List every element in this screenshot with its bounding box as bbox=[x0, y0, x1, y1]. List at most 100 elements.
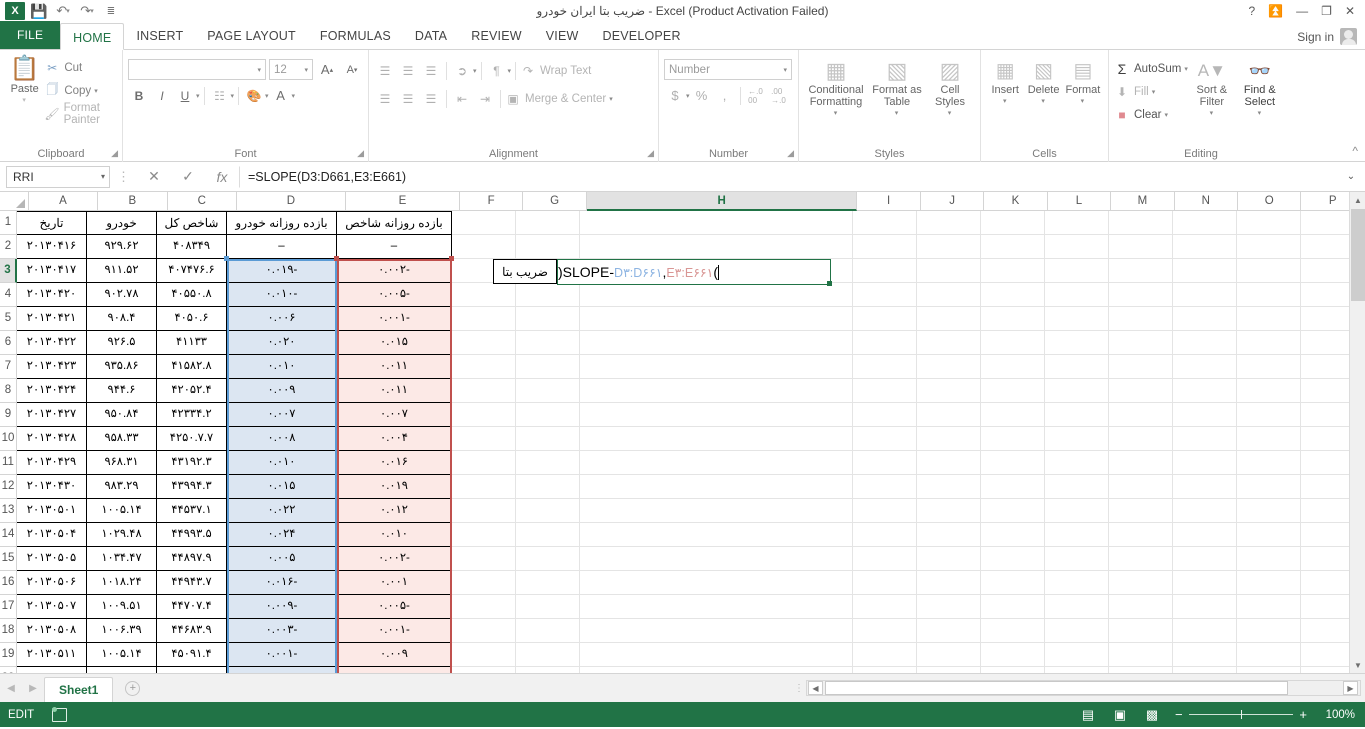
cell-H12[interactable] bbox=[580, 475, 853, 499]
cell-L9[interactable] bbox=[1045, 403, 1109, 427]
column-header-c[interactable]: C bbox=[167, 192, 237, 211]
table-row[interactable]: ۲۰۱۳۰۴۲۷ ۹۵۰.۸۴ ۴۲۳۳۴.۲ ۰.۰۰۷ ۰.۰۰۷ bbox=[17, 403, 1365, 427]
cell-E12[interactable]: ۰.۰۱۹ bbox=[337, 475, 452, 499]
cell-K4[interactable] bbox=[981, 283, 1045, 307]
row-header-14[interactable]: 14 bbox=[0, 523, 17, 547]
cell-C9[interactable]: ۴۲۳۳۴.۲ bbox=[157, 403, 227, 427]
percent-icon[interactable]: % bbox=[691, 85, 713, 106]
cell-L19[interactable] bbox=[1045, 643, 1109, 667]
cell-M8[interactable] bbox=[1109, 379, 1173, 403]
cell-F12[interactable] bbox=[452, 475, 516, 499]
cell-D19[interactable]: -۰.۰۰۱ bbox=[227, 643, 337, 667]
cell-O16[interactable] bbox=[1237, 571, 1301, 595]
cell-A4[interactable]: ۲۰۱۳۰۴۲۰ bbox=[17, 283, 87, 307]
cell-I14[interactable] bbox=[853, 523, 917, 547]
cell-H11[interactable] bbox=[580, 451, 853, 475]
cell-H9[interactable] bbox=[580, 403, 853, 427]
cancel-formula-button[interactable]: ✕ bbox=[137, 168, 171, 185]
cell-F18[interactable] bbox=[452, 619, 516, 643]
italic-button[interactable]: I bbox=[151, 85, 173, 106]
cell-O8[interactable] bbox=[1237, 379, 1301, 403]
undo-icon[interactable]: ↶ ▾ bbox=[52, 1, 74, 21]
cell-J12[interactable] bbox=[917, 475, 981, 499]
number-dialog-launcher[interactable]: ◢ bbox=[787, 148, 794, 159]
cell-I6[interactable] bbox=[853, 331, 917, 355]
next-sheet-arrow[interactable]: ▶ bbox=[22, 683, 44, 694]
cell-I16[interactable] bbox=[853, 571, 917, 595]
column-header-k[interactable]: K bbox=[984, 192, 1048, 211]
cell-J2[interactable] bbox=[917, 235, 981, 259]
cell-A18[interactable]: ۲۰۱۳۰۵۰۸ bbox=[17, 619, 87, 643]
cell-H6[interactable] bbox=[580, 331, 853, 355]
grid-body[interactable]: 1 2 3 4 5 6 7 8 9 10 11 12 13 14 15 16 1… bbox=[0, 211, 1365, 673]
cell-B16[interactable]: ۱۰۱۸.۲۴ bbox=[87, 571, 157, 595]
cell-A11[interactable]: ۲۰۱۳۰۴۲۹ bbox=[17, 451, 87, 475]
table-row[interactable]: ۲۰۱۳۰۴۲۰ ۹۰۲.۷۸ ۴۰۵۵۰.۸ -۰.۰۱۰ -۰.۰۰۵ bbox=[17, 283, 1365, 307]
expand-formula-bar-icon[interactable]: ⌄ bbox=[1341, 171, 1361, 182]
cell-A1[interactable]: تاریخ bbox=[17, 211, 87, 235]
cell-O13[interactable] bbox=[1237, 499, 1301, 523]
formula-input[interactable]: =SLOPE(D3:D661,E3:E661) bbox=[239, 165, 1341, 188]
cell-F14[interactable] bbox=[452, 523, 516, 547]
font-dialog-launcher[interactable]: ◢ bbox=[357, 148, 364, 159]
cell-D4[interactable]: -۰.۰۱۰ bbox=[227, 283, 337, 307]
tab-file[interactable]: FILE bbox=[0, 21, 61, 49]
redo-icon[interactable]: ↷ ▾ bbox=[76, 1, 98, 21]
cell-G3[interactable]: ضریب بتا bbox=[493, 259, 557, 284]
cell-G12[interactable] bbox=[516, 475, 580, 499]
cell-K2[interactable] bbox=[981, 235, 1045, 259]
name-box[interactable]: RRI ▾ bbox=[6, 165, 110, 188]
cell-D18[interactable]: -۰.۰۰۳ bbox=[227, 619, 337, 643]
vertical-scroll-thumb[interactable] bbox=[1351, 209, 1365, 301]
column-header-h[interactable]: H bbox=[586, 192, 858, 211]
cell-G4[interactable] bbox=[516, 283, 580, 307]
row-header-4[interactable]: 4 bbox=[0, 283, 17, 307]
cell-E14[interactable]: ۰.۰۱۰ bbox=[337, 523, 452, 547]
cell-N12[interactable] bbox=[1173, 475, 1237, 499]
cell-L10[interactable] bbox=[1045, 427, 1109, 451]
cell-K1[interactable] bbox=[981, 211, 1045, 235]
cell-D17[interactable]: -۰.۰۰۹ bbox=[227, 595, 337, 619]
format-as-table-button[interactable]: ▧ Format as Table ▾ bbox=[868, 57, 926, 162]
cell-D16[interactable]: -۰.۰۱۶ bbox=[227, 571, 337, 595]
horizontal-scrollbar[interactable]: ◀ ▶ bbox=[806, 680, 1361, 696]
column-header-j[interactable]: J bbox=[920, 192, 985, 211]
cell-N6[interactable] bbox=[1173, 331, 1237, 355]
cell-E16[interactable]: ۰.۰۰۱ bbox=[337, 571, 452, 595]
cell-F17[interactable] bbox=[452, 595, 516, 619]
cell-L4[interactable] bbox=[1045, 283, 1109, 307]
fill-handle[interactable] bbox=[827, 281, 832, 286]
borders-icon[interactable]: ☷ bbox=[209, 85, 231, 106]
cell-G8[interactable] bbox=[516, 379, 580, 403]
cell-O5[interactable] bbox=[1237, 307, 1301, 331]
minimize-icon[interactable]: — bbox=[1296, 4, 1308, 18]
cell-M12[interactable] bbox=[1109, 475, 1173, 499]
worksheet-grid[interactable]: A B C D E F G H I J K L M N O P 1 2 3 4 … bbox=[0, 192, 1365, 673]
cell-F4[interactable] bbox=[452, 283, 516, 307]
row-header-10[interactable]: 10 bbox=[0, 427, 17, 451]
cell-B1[interactable]: خودرو bbox=[87, 211, 157, 235]
cell-H5[interactable] bbox=[580, 307, 853, 331]
column-header-a[interactable]: A bbox=[28, 192, 99, 211]
cell-N18[interactable] bbox=[1173, 619, 1237, 643]
cell-I13[interactable] bbox=[853, 499, 917, 523]
row-header-7[interactable]: 7 bbox=[0, 355, 17, 379]
cell-C18[interactable]: ۴۴۶۸۳.۹ bbox=[157, 619, 227, 643]
text-direction-icon[interactable]: ¶ bbox=[486, 60, 508, 81]
cell-B15[interactable]: ۱۰۳۴.۴۷ bbox=[87, 547, 157, 571]
cell-M15[interactable] bbox=[1109, 547, 1173, 571]
window-controls[interactable]: ? ⏫ — ❐ ✕ bbox=[1249, 0, 1361, 22]
record-macro-icon[interactable] bbox=[52, 706, 68, 722]
cell-B18[interactable]: ۱۰۰۶.۳۹ bbox=[87, 619, 157, 643]
cell-L15[interactable] bbox=[1045, 547, 1109, 571]
cell-A13[interactable]: ۲۰۱۳۰۵۰۱ bbox=[17, 499, 87, 523]
zoom-level[interactable]: 100% bbox=[1321, 709, 1355, 721]
range-handle-d-tl[interactable] bbox=[224, 256, 229, 261]
cell-J4[interactable] bbox=[917, 283, 981, 307]
cell-A2[interactable]: ۲۰۱۳۰۴۱۶ bbox=[17, 235, 87, 259]
cell-E9[interactable]: ۰.۰۰۷ bbox=[337, 403, 452, 427]
find-select-button[interactable]: 👓 Find & Select ▾ bbox=[1236, 57, 1284, 162]
sort-filter-button[interactable]: A▼ Sort & Filter ▾ bbox=[1188, 57, 1236, 162]
cell-J1[interactable] bbox=[917, 211, 981, 235]
cell-L6[interactable] bbox=[1045, 331, 1109, 355]
